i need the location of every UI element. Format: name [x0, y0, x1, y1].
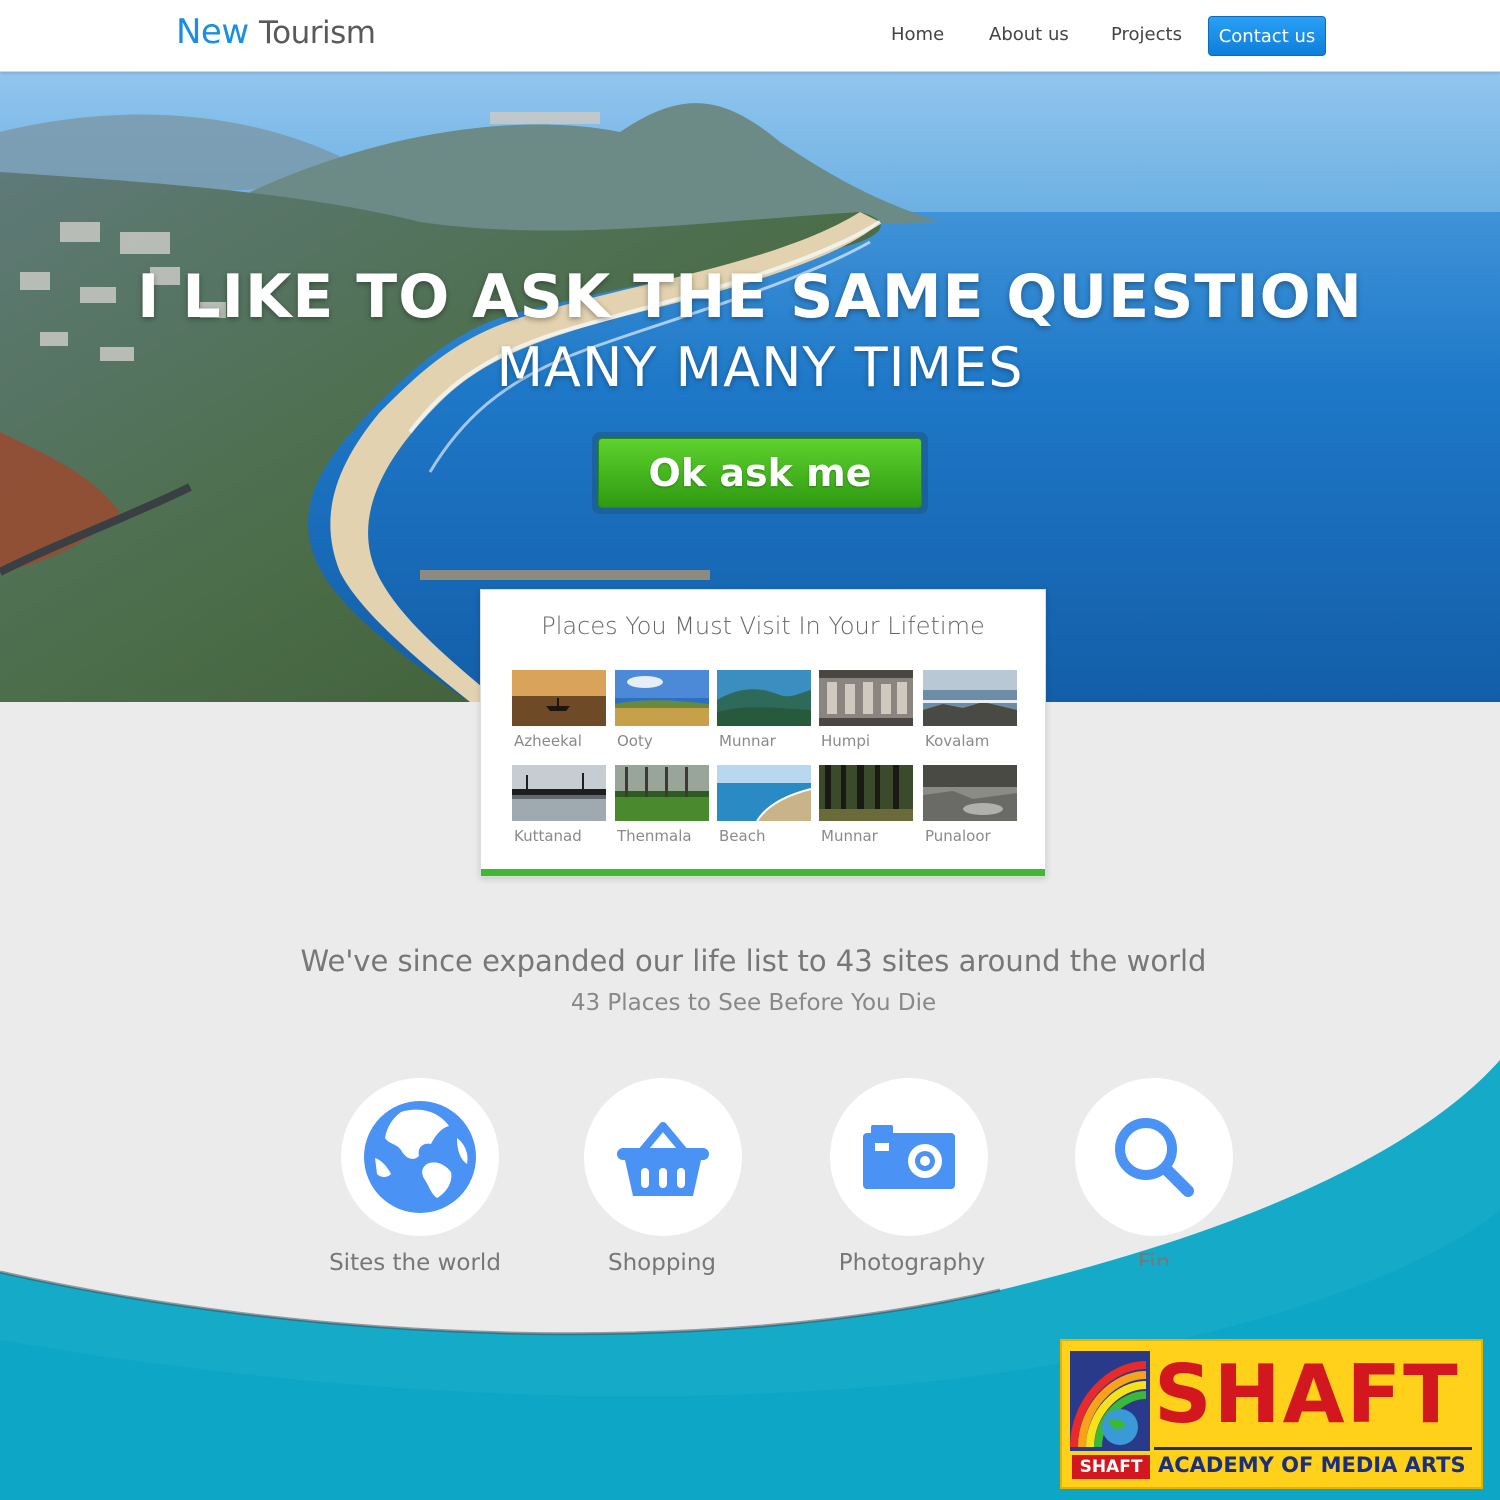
shaft-academy-logo: SHAFT ACADEMY OF MEDIA ARTS SHAFT: [1060, 1339, 1483, 1489]
nav-link-home[interactable]: Home: [891, 24, 944, 45]
mountain-mist-image: [717, 670, 811, 726]
ok-ask-me-button[interactable]: Ok ask me: [598, 438, 922, 508]
logo-subtitle: ACADEMY OF MEDIA ARTS: [1158, 1453, 1466, 1477]
place-name: Azheekal: [514, 732, 582, 750]
basket-icon: [617, 1122, 709, 1196]
places-card-title: Places You Must Visit In Your Lifetime: [541, 612, 985, 640]
sunset-boat-image: [512, 670, 606, 726]
ask-button-frame: Ok ask me: [592, 432, 928, 514]
place-thumb[interactable]: Munnar: [717, 670, 811, 750]
place-name: Humpi: [821, 732, 871, 750]
place-thumb[interactable]: Punaloor: [923, 765, 1017, 845]
place-name: Munnar: [719, 732, 776, 750]
place-name: Beach: [719, 827, 766, 845]
hero-subtitle: MANY MANY TIMES: [496, 336, 1024, 399]
card-accent-bar: [481, 869, 1045, 876]
feature-label-shopping: Shopping: [607, 1250, 716, 1276]
feature-label-photography: Photography: [838, 1250, 986, 1276]
feature-label-sites-world: Sites the world: [329, 1250, 501, 1276]
place-thumb[interactable]: Humpi: [819, 670, 913, 750]
hill-road-image: [615, 670, 709, 726]
tagline-sub: 43 Places to See Before You Die: [570, 990, 937, 1016]
camera-icon: [863, 1125, 955, 1189]
logo-mini-badge: SHAFT: [1072, 1455, 1150, 1479]
brand-second-word: Tourism: [258, 15, 376, 51]
rocks-river-image: [923, 765, 1017, 821]
place-thumb[interactable]: Azheekal: [512, 670, 606, 750]
top-navbar: New Tourism Home About us Projects Conta…: [0, 0, 1500, 72]
place-name: Thenmala: [617, 827, 692, 845]
place-thumb[interactable]: Thenmala: [615, 765, 709, 845]
feature-sites-world[interactable]: [341, 1078, 499, 1236]
forest-plantation-image: [615, 765, 709, 821]
feature-find[interactable]: [1075, 1078, 1233, 1236]
logo-panel: SHAFT ACADEMY OF MEDIA ARTS SHAFT: [1068, 1347, 1477, 1483]
feature-photography[interactable]: [830, 1078, 988, 1236]
place-name: Ooty: [617, 732, 653, 750]
globe-icon: [364, 1101, 476, 1213]
nav-link-projects[interactable]: Projects: [1111, 24, 1182, 45]
rocky-shore-image: [923, 670, 1017, 726]
place-thumb[interactable]: Beach: [717, 765, 811, 845]
places-card: Places You Must Visit In Your Lifetime A…: [480, 589, 1046, 877]
tagline-main: We've since expanded our life list to 43…: [300, 944, 1207, 978]
beach-coast-image: [717, 765, 811, 821]
brand-logo[interactable]: New Tourism: [176, 12, 376, 52]
place-thumb[interactable]: Ooty: [615, 670, 709, 750]
place-name: Punaloor: [925, 827, 991, 845]
place-name: Munnar: [821, 827, 878, 845]
hero-title: I LIKE TO ASK THE SAME QUESTION: [137, 262, 1363, 332]
place-thumb[interactable]: Kovalam: [923, 670, 1017, 750]
place-name: Kovalam: [925, 732, 990, 750]
search-icon: [1115, 1118, 1194, 1197]
logo-wordmark: SHAFT: [1154, 1348, 1460, 1441]
nav-link-about[interactable]: About us: [989, 24, 1069, 45]
tall-trees-image: [819, 765, 913, 821]
logo-divider: [1154, 1447, 1472, 1450]
stone-carving-image: [819, 670, 913, 726]
feature-shopping[interactable]: [584, 1078, 742, 1236]
rainbow-globe-emblem: [1070, 1351, 1150, 1451]
place-name: Kuttanad: [514, 827, 582, 845]
place-thumb[interactable]: Munnar: [819, 765, 913, 845]
brand-first-word: New: [176, 12, 249, 52]
backwater-palms-image: [512, 765, 606, 821]
place-thumb[interactable]: Kuttanad: [512, 765, 606, 845]
contact-us-button[interactable]: Contact us: [1208, 16, 1326, 56]
